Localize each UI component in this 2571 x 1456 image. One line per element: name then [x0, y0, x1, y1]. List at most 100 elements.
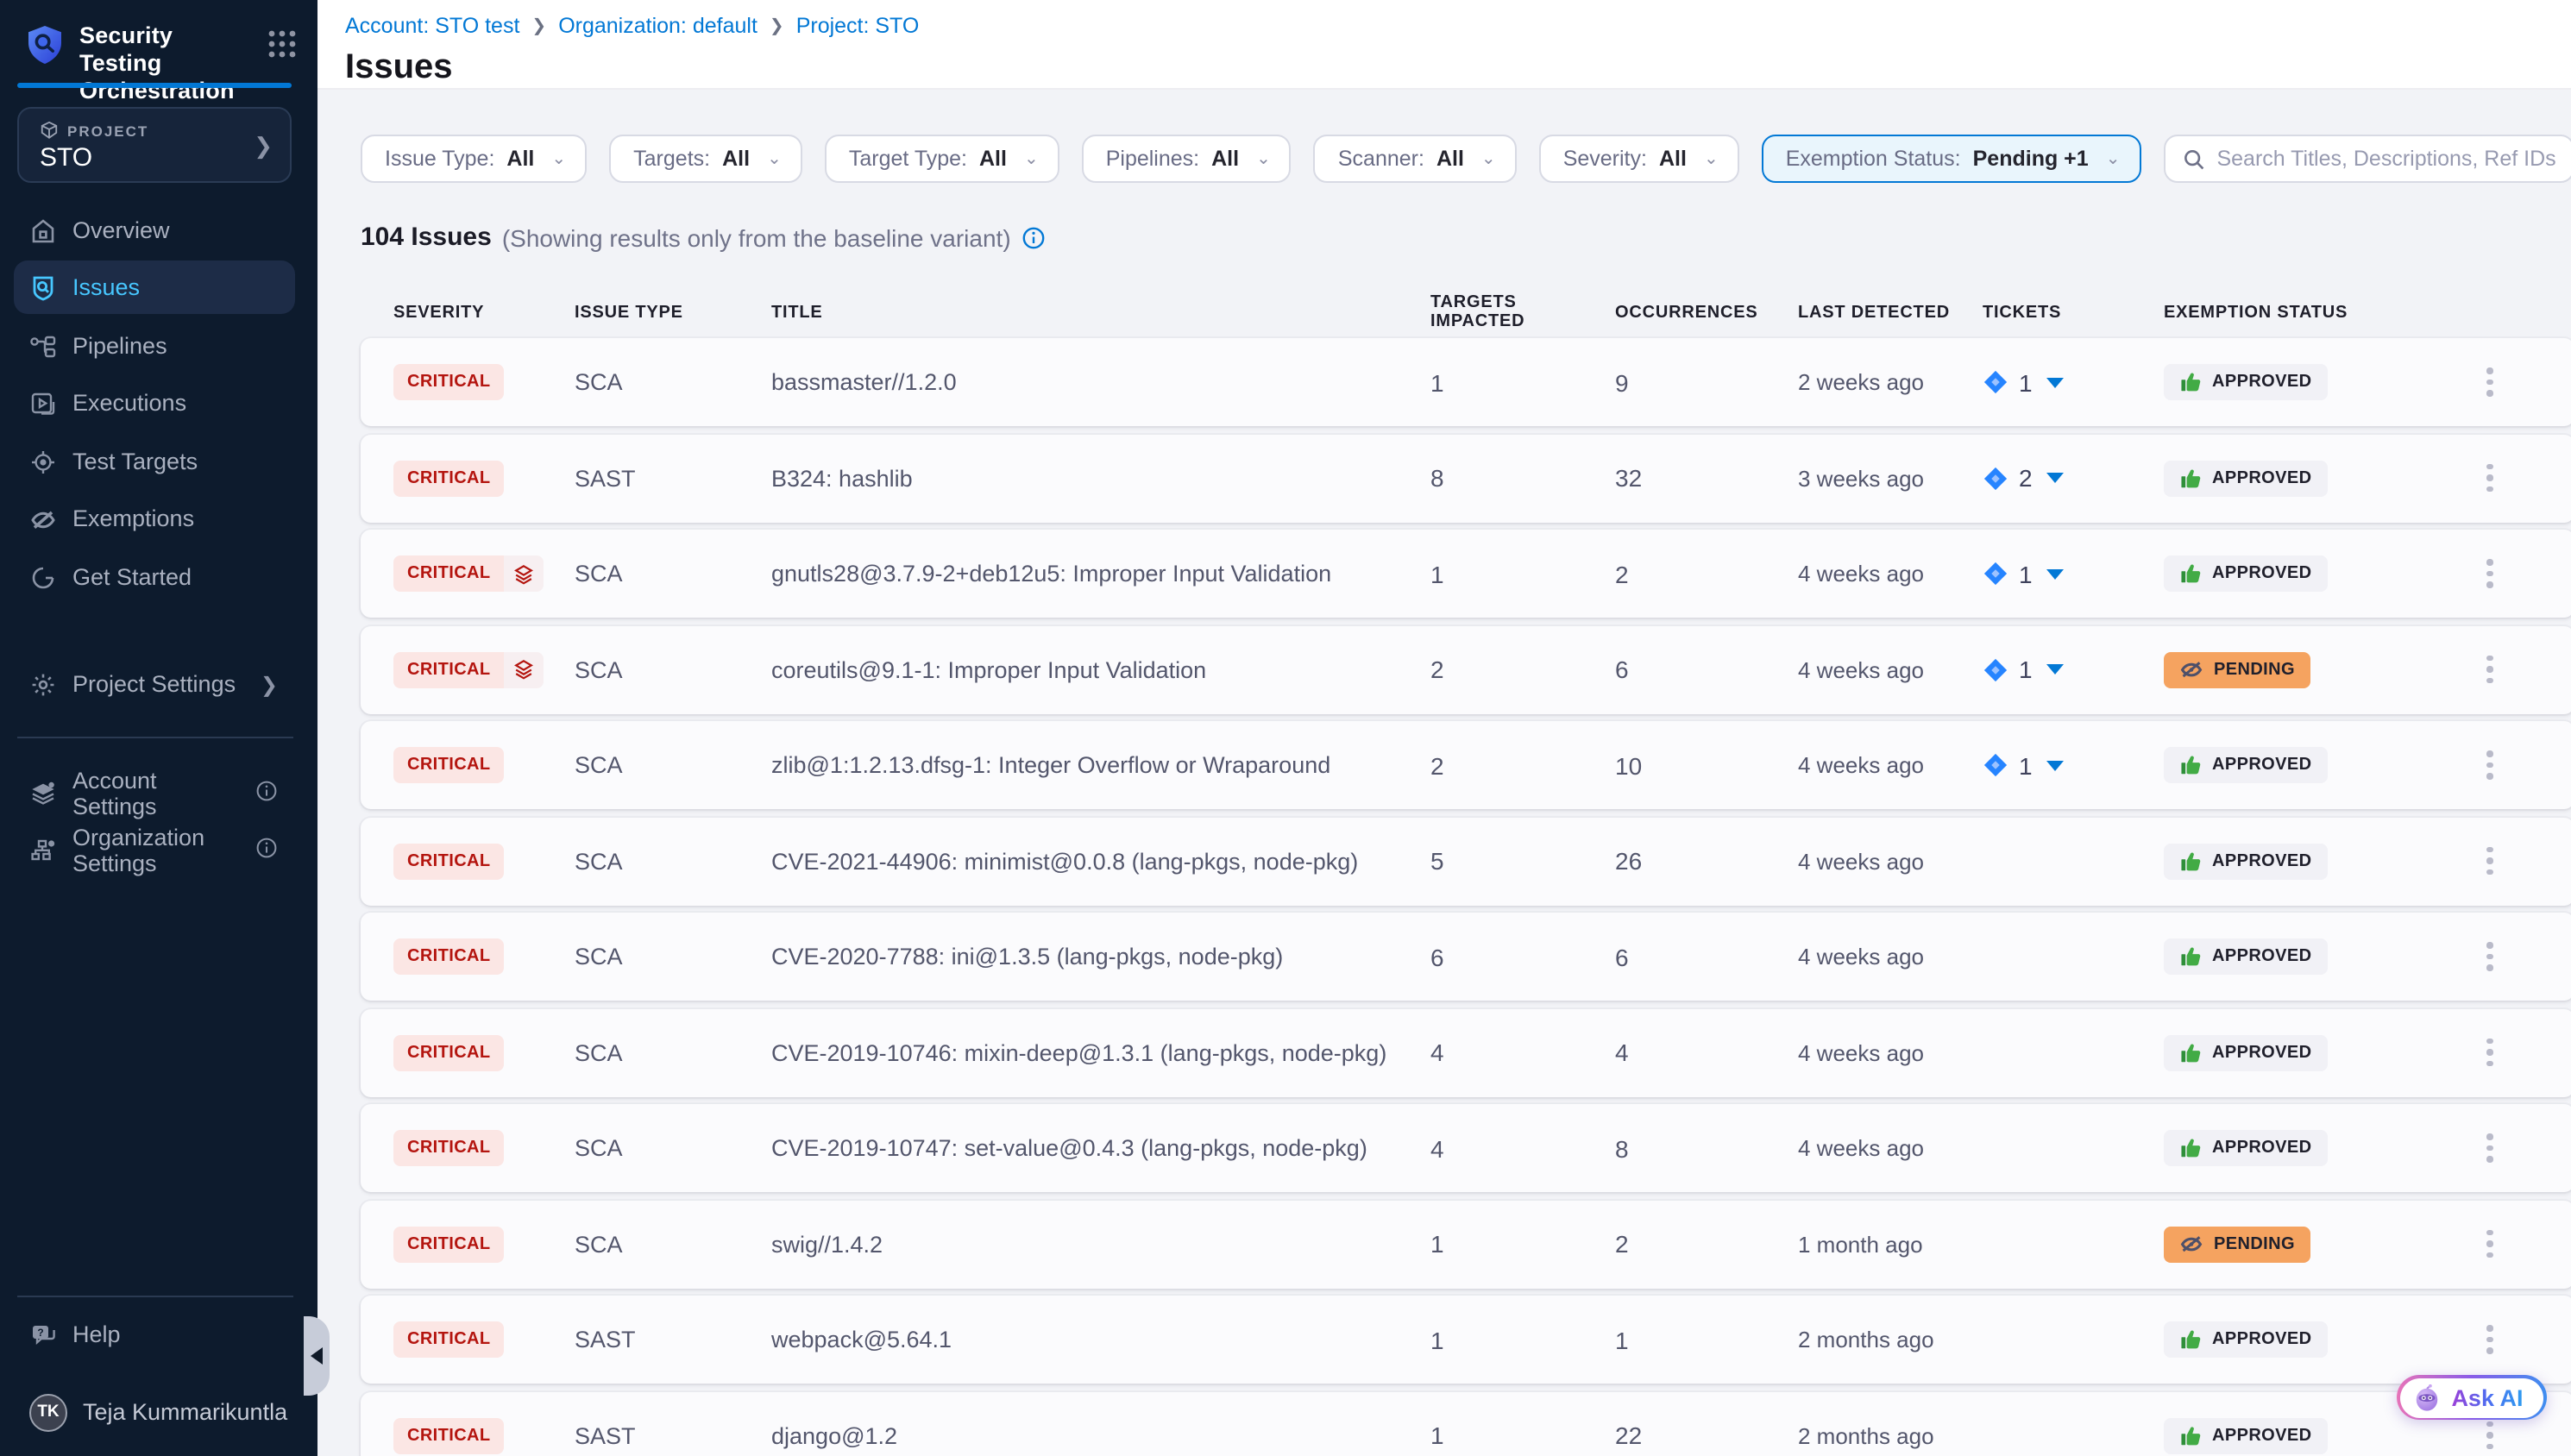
- thumbs-up-icon: [2179, 850, 2202, 872]
- chevron-down-icon: ⌄: [767, 149, 782, 168]
- table-row[interactable]: CRITICAL SCA coreutils@9.1-1: Improper I…: [361, 625, 2571, 713]
- breadcrumb-project[interactable]: Project: STO: [796, 14, 920, 38]
- ticket-dropdown[interactable]: 1: [1983, 368, 2164, 396]
- row-menu-button[interactable]: [2473, 452, 2507, 504]
- table-row[interactable]: CRITICAL SAST B324: hashlib 8 32 3 weeks…: [361, 434, 2571, 522]
- page-title: Issues: [345, 48, 2571, 88]
- filter-exemption-status[interactable]: Exemption Status:Pending +1 ⌄: [1762, 135, 2141, 183]
- sidebar-item-project-settings[interactable]: Project Settings ❯: [14, 657, 295, 711]
- pipeline-icon: [29, 332, 57, 360]
- table-row[interactable]: CRITICAL SCA zlib@1:1.2.13.dfsg-1: Integ…: [361, 721, 2571, 809]
- ticket-dropdown[interactable]: 1: [1983, 560, 2164, 587]
- project-selector[interactable]: PROJECT STO ❯: [17, 107, 292, 183]
- sidebar-item-label: Issues: [72, 274, 140, 300]
- sidebar-item-overview[interactable]: Overview: [14, 204, 295, 257]
- filter-severity[interactable]: Severity:All ⌄: [1539, 135, 1739, 183]
- last-detected: 1 month ago: [1798, 1231, 1983, 1257]
- row-menu-button[interactable]: [2473, 1026, 2507, 1078]
- row-menu-button[interactable]: [2473, 1314, 2507, 1365]
- issue-type: SCA: [575, 848, 771, 874]
- sidebar-item-get-started[interactable]: Get Started: [14, 550, 295, 604]
- sidebar-item-label: Test Targets: [72, 449, 198, 474]
- get-started-icon: [29, 563, 57, 591]
- sidebar-item-pipelines[interactable]: Pipelines: [14, 319, 295, 373]
- chevron-separator-icon: ❯: [770, 16, 784, 35]
- ticket-dropdown[interactable]: 1: [1983, 751, 2164, 779]
- user-menu[interactable]: TK Teja Kummarikuntla: [14, 1385, 295, 1439]
- play-box-icon: [29, 389, 57, 417]
- row-menu-button[interactable]: [2473, 356, 2507, 408]
- occurrences: 6: [1615, 943, 1798, 970]
- home-icon: [29, 217, 57, 244]
- table-header: SEVERITY ISSUE TYPE TITLE TARGETS IMPACT…: [361, 293, 2571, 331]
- app-title: Security Testing Orchestration: [79, 22, 255, 105]
- occurrences: 1: [1615, 1326, 1798, 1353]
- row-menu-button[interactable]: [2473, 643, 2507, 695]
- table-row[interactable]: CRITICAL SCA CVE-2019-10746: mixin-deep@…: [361, 1008, 2571, 1096]
- exemption-status-badge: APPROVED: [2164, 1130, 2327, 1166]
- severity-badge: CRITICAL: [393, 364, 505, 400]
- table-row[interactable]: CRITICAL SCA CVE-2021-44906: minimist@0.…: [361, 817, 2571, 905]
- filter-targets[interactable]: Targets:All ⌄: [609, 135, 802, 183]
- targets-impacted: 1: [1430, 1326, 1615, 1353]
- chevron-down-icon: ⌄: [1024, 149, 1039, 168]
- filter-row: Issue Type:All ⌄ Targets:All ⌄ Target Ty…: [361, 135, 2571, 183]
- severity-badge: CRITICAL: [393, 938, 505, 975]
- last-detected: 4 weeks ago: [1798, 848, 1983, 874]
- issues-count-line: 104 Issues (Showing results only from th…: [361, 223, 2571, 252]
- ticket-dropdown[interactable]: 1: [1983, 656, 2164, 683]
- last-detected: 2 months ago: [1798, 1327, 1983, 1352]
- issue-title: gnutls28@3.7.9-2+deb12u5: Improper Input…: [771, 561, 1430, 587]
- row-menu-button[interactable]: [2473, 931, 2507, 982]
- filter-pipelines[interactable]: Pipelines:All ⌄: [1082, 135, 1292, 183]
- row-menu-button[interactable]: [2473, 548, 2507, 599]
- issue-type: SAST: [575, 1422, 771, 1448]
- filter-scanner[interactable]: Scanner:All ⌄: [1314, 135, 1517, 183]
- breadcrumb-organization[interactable]: Organization: default: [558, 14, 757, 38]
- issue-title: coreutils@9.1-1: Improper Input Validati…: [771, 656, 1430, 682]
- issue-title: bassmaster//1.2.0: [771, 369, 1430, 395]
- table-row[interactable]: CRITICAL SCA CVE-2019-10747: set-value@0…: [361, 1104, 2571, 1192]
- row-menu-button[interactable]: [2473, 739, 2507, 791]
- sidebar-item-help[interactable]: ? Help: [14, 1308, 295, 1361]
- last-detected: 4 weeks ago: [1798, 944, 1983, 970]
- target-icon: [29, 448, 57, 475]
- search-input[interactable]: [2216, 147, 2555, 171]
- search-box: [2163, 135, 2571, 183]
- chevron-right-icon: ❯: [261, 672, 278, 696]
- breadcrumb-account[interactable]: Account: STO test: [345, 14, 519, 38]
- filter-target-type[interactable]: Target Type:All ⌄: [825, 135, 1059, 183]
- sidebar-item-account-settings[interactable]: Account Settings: [14, 766, 295, 819]
- table-row[interactable]: CRITICAL SCA gnutls28@3.7.9-2+deb12u5: I…: [361, 530, 2571, 618]
- exemption-status-badge: APPROVED: [2164, 1034, 2327, 1070]
- table-row[interactable]: CRITICAL SCA bassmaster//1.2.0 1 9 2 wee…: [361, 338, 2571, 426]
- targets-impacted: 4: [1430, 1039, 1615, 1066]
- sidebar-item-test-targets[interactable]: Test Targets: [14, 435, 295, 488]
- page-header: Account: STO test ❯ Organization: defaul…: [317, 0, 2571, 90]
- table-row[interactable]: CRITICAL SAST webpack@5.64.1 1 1 2 month…: [361, 1296, 2571, 1384]
- sidebar-item-executions[interactable]: Executions: [14, 376, 295, 430]
- filter-issue-type[interactable]: Issue Type:All ⌄: [361, 135, 587, 183]
- table-row[interactable]: CRITICAL SCA CVE-2020-7788: ini@1.3.5 (l…: [361, 913, 2571, 1001]
- ask-ai-button[interactable]: Ask AI: [2397, 1375, 2546, 1420]
- issue-title: CVE-2019-10747: set-value@0.4.3 (lang-pk…: [771, 1135, 1430, 1161]
- collapse-arrow-icon: [311, 1347, 323, 1365]
- info-icon[interactable]: [1021, 225, 1046, 249]
- row-menu-button[interactable]: [2473, 1122, 2507, 1174]
- ticket-dropdown[interactable]: 2: [1983, 464, 2164, 492]
- sidebar-item-issues[interactable]: Issues: [14, 260, 295, 314]
- last-detected: 4 weeks ago: [1798, 561, 1983, 587]
- thumbs-up-icon: [2179, 754, 2202, 776]
- chevron-down-icon: [2046, 473, 2064, 483]
- sidebar-item-organization-settings[interactable]: Organization Settings: [14, 823, 295, 876]
- table-row[interactable]: CRITICAL SCA swig//1.4.2 1 2 1 month ago: [361, 1200, 2571, 1288]
- issue-type: SCA: [575, 1135, 771, 1161]
- table-row[interactable]: CRITICAL SAST django@1.2 1 22 2 months a…: [361, 1391, 2571, 1456]
- app-grid-icon[interactable]: [267, 29, 297, 59]
- targets-impacted: 2: [1430, 751, 1615, 779]
- sidebar-item-exemptions[interactable]: Exemptions: [14, 492, 295, 545]
- stacked-issues-icon: [505, 555, 544, 592]
- row-menu-button[interactable]: [2473, 835, 2507, 887]
- sidebar-collapse-handle[interactable]: [304, 1316, 330, 1396]
- row-menu-button[interactable]: [2473, 1218, 2507, 1270]
